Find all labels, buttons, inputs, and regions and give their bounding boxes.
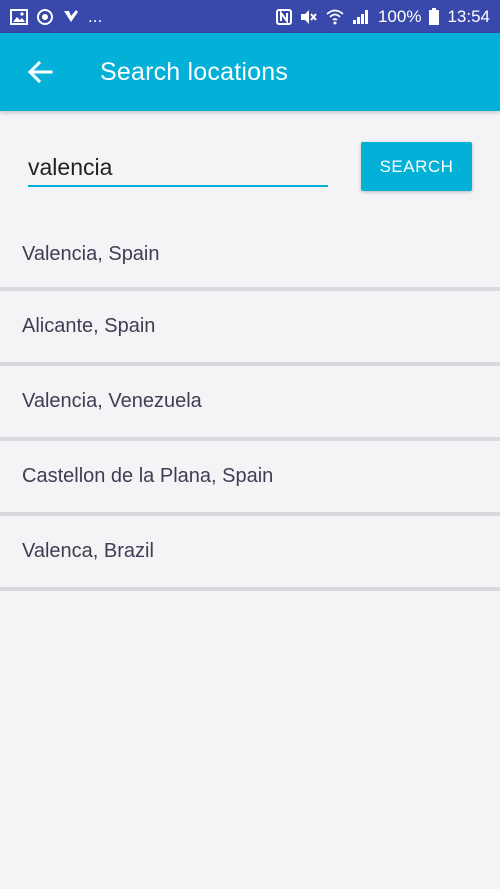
list-item[interactable]: Alicante, Spain (0, 291, 500, 366)
image-icon (10, 8, 28, 25)
list-item[interactable]: Valencia, Spain (0, 221, 500, 291)
check-icon (62, 8, 80, 26)
nfc-icon (275, 8, 292, 25)
sync-icon (36, 8, 54, 26)
signal-icon (352, 9, 370, 25)
search-input[interactable] (28, 149, 328, 187)
list-item[interactable]: Valenca, Brazil (0, 516, 500, 591)
battery-icon (429, 8, 440, 25)
battery-percent: 100% (377, 6, 422, 26)
back-button[interactable] (12, 44, 68, 100)
arrow-back-icon (27, 60, 53, 84)
status-time: 13:54 (447, 6, 490, 26)
results-list: Valencia, Spain Alicante, Spain Valencia… (0, 221, 500, 591)
status-bar: ... 100% 13:54 (0, 0, 500, 33)
search-button[interactable]: SEARCH (361, 142, 472, 191)
list-item[interactable]: Valencia, Venezuela (0, 366, 500, 441)
more-notifications: ... (88, 6, 103, 26)
wifi-icon (326, 9, 344, 25)
app-bar: Search locations (0, 33, 500, 111)
mute-icon (300, 9, 318, 25)
page-title: Search locations (100, 57, 289, 86)
search-row: SEARCH (0, 111, 500, 211)
list-item[interactable]: Castellon de la Plana, Spain (0, 441, 500, 516)
